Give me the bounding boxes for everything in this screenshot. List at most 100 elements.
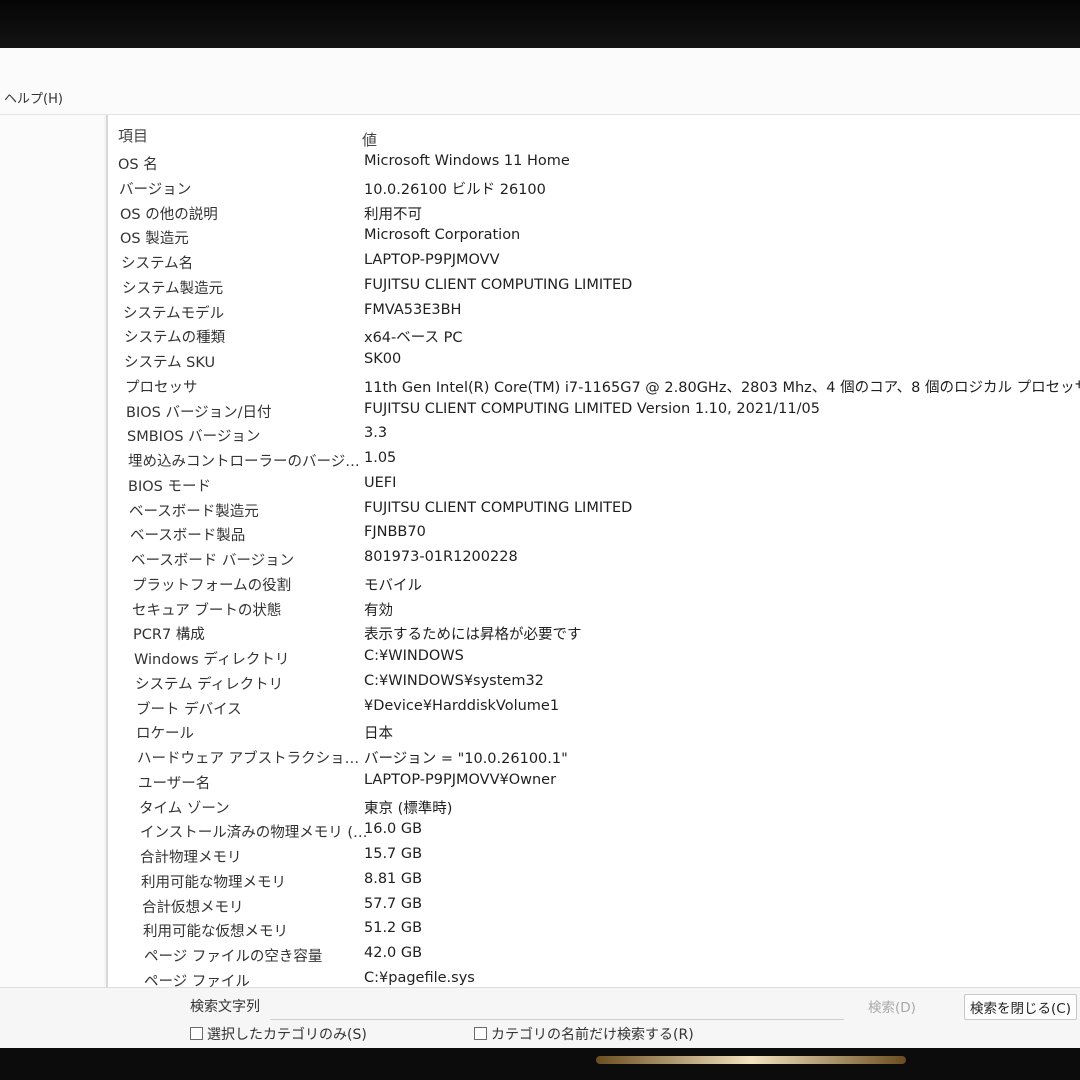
row-item-label: セキュア ブートの状態	[132, 603, 282, 619]
row-value: FMVA53E3BH	[364, 302, 462, 318]
table-row[interactable]: ページ ファイルの空き容量 42.0 GB	[108, 945, 1080, 969]
row-item-label: 合計仮想メモリ	[142, 900, 244, 916]
table-row[interactable]: システムモデル FMVA53E3BH	[108, 302, 1080, 326]
row-value: 801973-01R1200228	[364, 549, 518, 565]
row-item-label: 利用可能な物理メモリ	[141, 875, 286, 891]
row-value: 10.0.26100 ビルド 26100	[364, 182, 546, 198]
row-item-label: ユーザー名	[138, 776, 211, 792]
row-value: 57.7 GB	[364, 896, 423, 912]
system-summary-list[interactable]: 項目 値 OS 名 Microsoft Windows 11 Home バージョン 1…	[106, 115, 1080, 987]
table-row[interactable]: SMBIOS バージョン 3.3	[108, 425, 1080, 449]
table-row[interactable]: ブート デバイス ¥Device¥HarddiskVolume1	[108, 698, 1080, 722]
table-row[interactable]: セキュア ブートの状態 有効	[108, 599, 1080, 623]
table-row[interactable]: OS 名 Microsoft Windows 11 Home	[108, 153, 1080, 177]
row-value: 8.81 GB	[364, 871, 423, 887]
checkbox-box[interactable]	[190, 1027, 203, 1040]
row-item-label: ブート デバイス	[136, 702, 242, 718]
column-header-value[interactable]: 値	[362, 129, 377, 150]
row-value: 表示するためには昇格が必要です	[364, 627, 582, 643]
table-row[interactable]: ベースボード製品 FJNBB70	[108, 524, 1080, 548]
row-item-label: BIOS モード	[128, 479, 211, 495]
screen-reflection	[596, 1056, 906, 1064]
row-value: 11th Gen Intel(R) Core(TM) i7-1165G7 @ 2…	[364, 380, 1080, 396]
find-button[interactable]: 検索(D)	[868, 996, 916, 1016]
table-row[interactable]: BIOS バージョン/日付 FUJITSU CLIENT COMPUTING LI…	[108, 401, 1080, 425]
menu-bar: ヘルプ(H)	[0, 48, 1080, 115]
table-row[interactable]: ベースボード製造元 FUJITSU CLIENT COMPUTING LIMITE…	[108, 500, 1080, 524]
table-row[interactable]: OS の他の説明 利用不可	[108, 203, 1080, 227]
table-row[interactable]: 利用可能な物理メモリ 8.81 GB	[108, 871, 1080, 895]
row-item-label: ベースボード バージョン	[131, 553, 295, 569]
row-value: 15.7 GB	[364, 846, 423, 862]
only-selected-category-checkbox[interactable]: 選択したカテゴリのみ(S)	[190, 1024, 367, 1044]
row-item-label: Windows ディレクトリ	[134, 652, 290, 668]
table-row[interactable]: バージョン 10.0.26100 ビルド 26100	[108, 178, 1080, 202]
row-item-label: システムモデル	[123, 306, 225, 322]
row-item-label: 埋め込みコントローラーのバージョン	[128, 454, 364, 470]
row-value: Microsoft Corporation	[364, 227, 521, 243]
category-tree-pane[interactable]	[0, 115, 104, 987]
row-item-label: OS 名	[118, 157, 158, 173]
column-header-item[interactable]: 項目	[118, 125, 148, 146]
search-label: 検索文字列	[190, 999, 260, 1015]
row-item-label: PCR7 構成	[133, 627, 205, 643]
row-item-label: OS 製造元	[120, 231, 189, 247]
table-row[interactable]: ユーザー名 LAPTOP-P9PJMOVV¥Owner	[108, 772, 1080, 796]
menu-help[interactable]: ヘルプ(H)	[4, 88, 63, 107]
row-item-label: SMBIOS バージョン	[127, 429, 261, 445]
row-item-label: ベースボード製造元	[129, 504, 259, 520]
row-item-label: ベースボード製品	[130, 528, 246, 544]
row-item-label: システム名	[121, 256, 194, 272]
table-row[interactable]: ハードウェア アブストラクション レイ...バージョン = "10.0.2610…	[108, 747, 1080, 771]
close-search-button[interactable]: 検索を閉じる(C)	[964, 994, 1077, 1020]
table-row[interactable]: システム ディレクトリ C:¥WINDOWS¥system32	[108, 673, 1080, 697]
row-item-label: ページ ファイルの空き容量	[144, 949, 323, 965]
category-names-only-label: カテゴリの名前だけ検索する(R)	[491, 1027, 694, 1043]
table-row[interactable]: 利用可能な仮想メモリ 51.2 GB	[108, 920, 1080, 944]
row-value: バージョン = "10.0.26100.1"	[364, 751, 568, 767]
table-row[interactable]: ページ ファイル C:¥pagefile.sys	[108, 970, 1080, 987]
checkbox-box[interactable]	[474, 1027, 487, 1040]
table-row[interactable]: 合計仮想メモリ 57.7 GB	[108, 896, 1080, 920]
table-row[interactable]: プラットフォームの役割 モバイル	[108, 574, 1080, 598]
row-value: Microsoft Windows 11 Home	[364, 153, 570, 169]
row-value: FUJITSU CLIENT COMPUTING LIMITED Version…	[364, 401, 820, 417]
table-row[interactable]: システム製造元 FUJITSU CLIENT COMPUTING LIMITED	[108, 277, 1080, 301]
row-value: FUJITSU CLIENT COMPUTING LIMITED	[364, 277, 633, 293]
table-row[interactable]: システム SKU SK00	[108, 351, 1080, 375]
table-row[interactable]: PCR7 構成 表示するためには昇格が必要です	[108, 623, 1080, 647]
table-row[interactable]: 合計物理メモリ 15.7 GB	[108, 846, 1080, 870]
row-value: LAPTOP-P9PJMOVV	[364, 252, 500, 268]
table-row[interactable]: タイム ゾーン 東京 (標準時)	[108, 797, 1080, 821]
row-item-label: タイム ゾーン	[139, 801, 230, 817]
row-item-label: システム ディレクトリ	[135, 677, 284, 693]
table-row[interactable]: インストール済みの物理メモリ (RA... 16.0 GB	[108, 821, 1080, 845]
row-item-label: プラットフォームの役割	[132, 578, 292, 594]
row-item-label: システム製造元	[122, 281, 224, 297]
screen-bezel-top	[0, 0, 1080, 48]
table-row[interactable]: 埋め込みコントローラーのバージョン 1.05	[108, 450, 1080, 474]
row-value: 3.3	[364, 425, 388, 441]
search-input[interactable]	[270, 993, 844, 1020]
table-row[interactable]: BIOS モード UEFI	[108, 475, 1080, 499]
row-value: 利用不可	[364, 207, 422, 223]
table-row[interactable]: プロセッサ 11th Gen Intel(R) Core(TM) i7-1165G…	[108, 376, 1080, 400]
row-value: FJNBB70	[364, 524, 426, 540]
row-item-label: バージョン	[119, 182, 192, 198]
table-row[interactable]: OS 製造元 Microsoft Corporation	[108, 227, 1080, 251]
table-row[interactable]: ロケール 日本	[108, 722, 1080, 746]
table-row[interactable]: ベースボード バージョン 801973-01R1200228	[108, 549, 1080, 573]
row-value: C:¥pagefile.sys	[364, 970, 475, 986]
table-row[interactable]: Windows ディレクトリ C:¥WINDOWS	[108, 648, 1080, 672]
category-names-only-checkbox[interactable]: カテゴリの名前だけ検索する(R)	[474, 1024, 694, 1044]
row-value: モバイル	[364, 578, 422, 594]
row-item-label: BIOS バージョン/日付	[126, 405, 272, 421]
row-item-label: ロケール	[136, 726, 194, 742]
table-row[interactable]: システム名 LAPTOP-P9PJMOVV	[108, 252, 1080, 276]
screen-bezel-bottom	[0, 1048, 1080, 1080]
table-row[interactable]: システムの種類 x64-ベース PC	[108, 326, 1080, 350]
row-value: 東京 (標準時)	[364, 801, 453, 817]
row-item-label: システムの種類	[124, 330, 226, 346]
row-item-label: プロセッサ	[125, 380, 198, 396]
row-item-label: システム SKU	[124, 355, 216, 371]
